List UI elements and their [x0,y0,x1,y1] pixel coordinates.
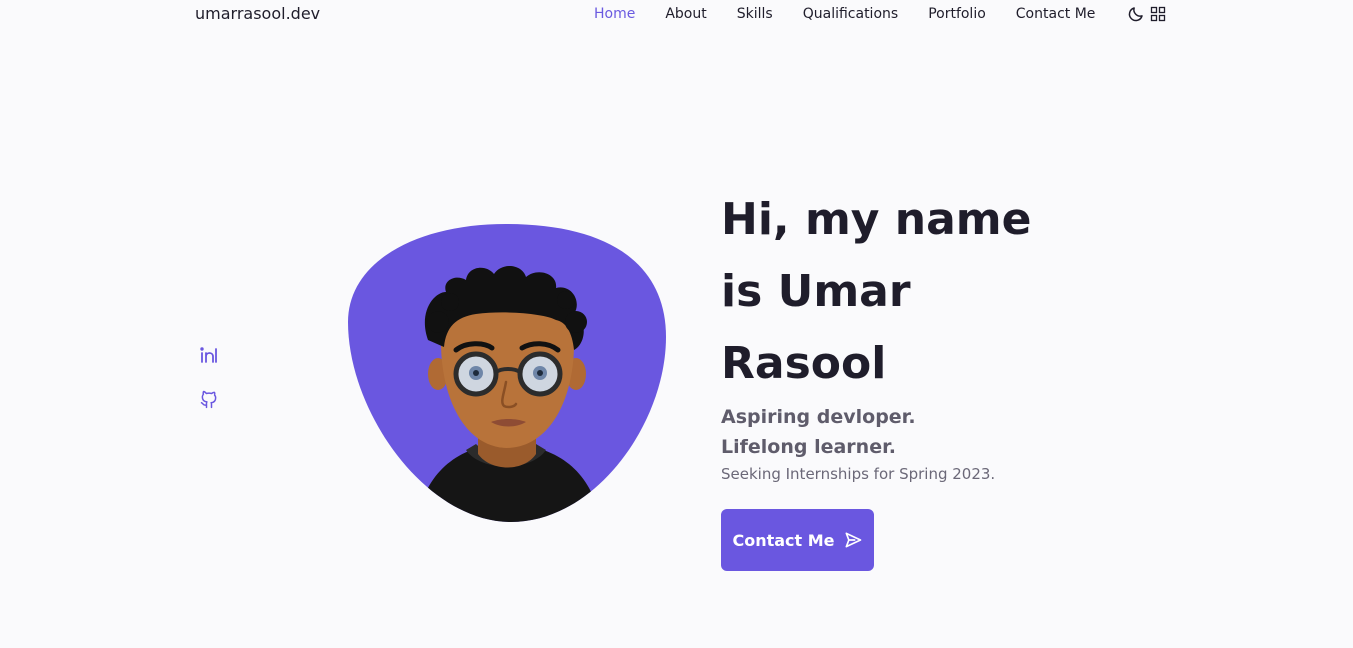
hero-subtitle-line: Aspiring devloper. [721,406,916,428]
header-icons [1127,5,1167,23]
site-logo[interactable]: umarrasool.dev [195,4,320,23]
hero-subtitle: Aspiring devloper. Lifelong learner. [721,402,1121,462]
hero-title: Hi, my name is Umar Rasool [721,184,1121,400]
hero-title-line: is Umar [721,266,911,317]
social-links [198,344,220,410]
linkedin-icon[interactable] [198,344,220,366]
nav-qualifications[interactable]: Qualifications [803,6,898,22]
avatar-illustration [348,224,666,522]
nav-contact[interactable]: Contact Me [1016,6,1096,22]
nav-portfolio[interactable]: Portfolio [928,6,986,22]
main-nav: Home About Skills Qualifications Portfol… [594,6,1095,22]
github-icon[interactable] [198,388,220,410]
contact-me-button[interactable]: Contact Me [721,509,874,571]
hero-title-line: Hi, my name [721,194,1032,245]
hero-description: Seeking Internships for Spring 2023. [721,465,996,483]
grid-icon[interactable] [1149,5,1167,23]
send-icon [843,530,863,550]
site-header: umarrasool.dev Home About Skills Qualifi… [0,0,1353,30]
hero-title-line: Rasool [721,338,887,389]
contact-me-label: Contact Me [732,530,835,550]
nav-about[interactable]: About [665,6,706,22]
hero-text: Hi, my name is Umar Rasool Aspiring devl… [721,184,1121,485]
nav-skills[interactable]: Skills [737,6,773,22]
nav-home[interactable]: Home [594,6,635,22]
hero-subtitle-line: Lifelong learner. [721,436,896,458]
moon-icon[interactable] [1127,5,1145,23]
